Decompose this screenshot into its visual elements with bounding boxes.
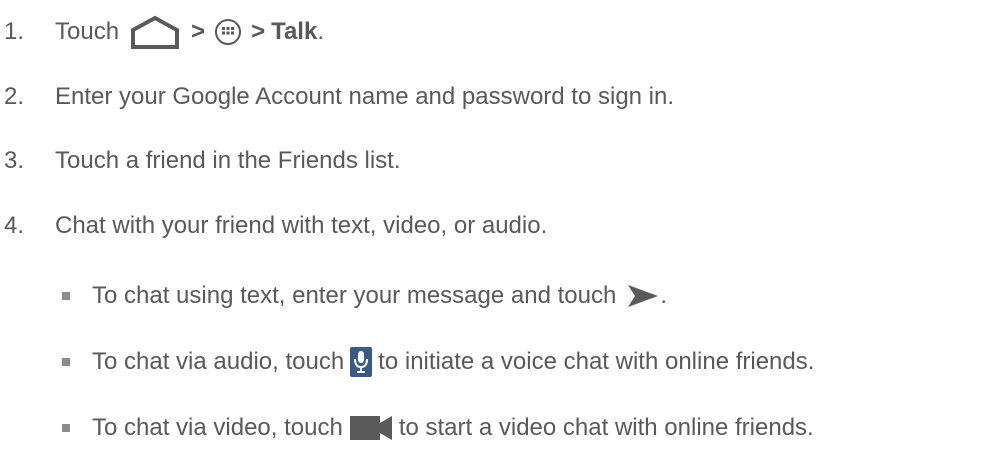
- step-text: Touch a friend in the Friends list.: [55, 147, 401, 174]
- step-1: 1. Touch > > Talk .: [0, 12, 998, 52]
- substep-text-chat: To chat using text, enter your message a…: [0, 276, 998, 316]
- send-icon: [626, 283, 660, 309]
- separator: >: [191, 18, 206, 45]
- substep-text: To chat using text, enter your message a…: [92, 282, 617, 309]
- step-4: 4. Chat with your friend with text, vide…: [0, 206, 998, 246]
- substep-video-chat: To chat via video, touch to start a vide…: [0, 408, 998, 448]
- period: .: [317, 18, 324, 45]
- bullet: [62, 358, 70, 366]
- step-2: 2. Enter your Google Account name and pa…: [0, 77, 998, 117]
- microphone-icon: [350, 347, 373, 377]
- step-text: Enter your Google Account name and passw…: [55, 83, 675, 110]
- step-number: 4.: [4, 212, 25, 239]
- period: .: [660, 282, 667, 309]
- video-camera-icon: [349, 414, 393, 442]
- step-number: 2.: [4, 83, 25, 110]
- bullet: [62, 424, 70, 432]
- step-number: 3.: [4, 147, 25, 174]
- apps-icon: [213, 17, 243, 47]
- bullet: [62, 292, 70, 300]
- substep-text: to initiate a voice chat with online fri…: [378, 348, 815, 375]
- step-number: 1.: [4, 18, 25, 45]
- home-icon: [127, 14, 183, 50]
- step-3: 3. Touch a friend in the Friends list.: [0, 141, 998, 181]
- substep-text: to start a video chat with online friend…: [398, 414, 814, 441]
- substep-text: To chat via video, touch: [92, 414, 343, 441]
- step-text: Chat with your friend with text, video, …: [55, 212, 548, 239]
- substep-text: To chat via audio, touch: [92, 348, 345, 375]
- step-text: Touch: [55, 18, 120, 45]
- substep-audio-chat: To chat via audio, touch to initiate a v…: [0, 342, 998, 382]
- talk-app-label: Talk: [271, 18, 318, 45]
- separator: >: [251, 18, 266, 45]
